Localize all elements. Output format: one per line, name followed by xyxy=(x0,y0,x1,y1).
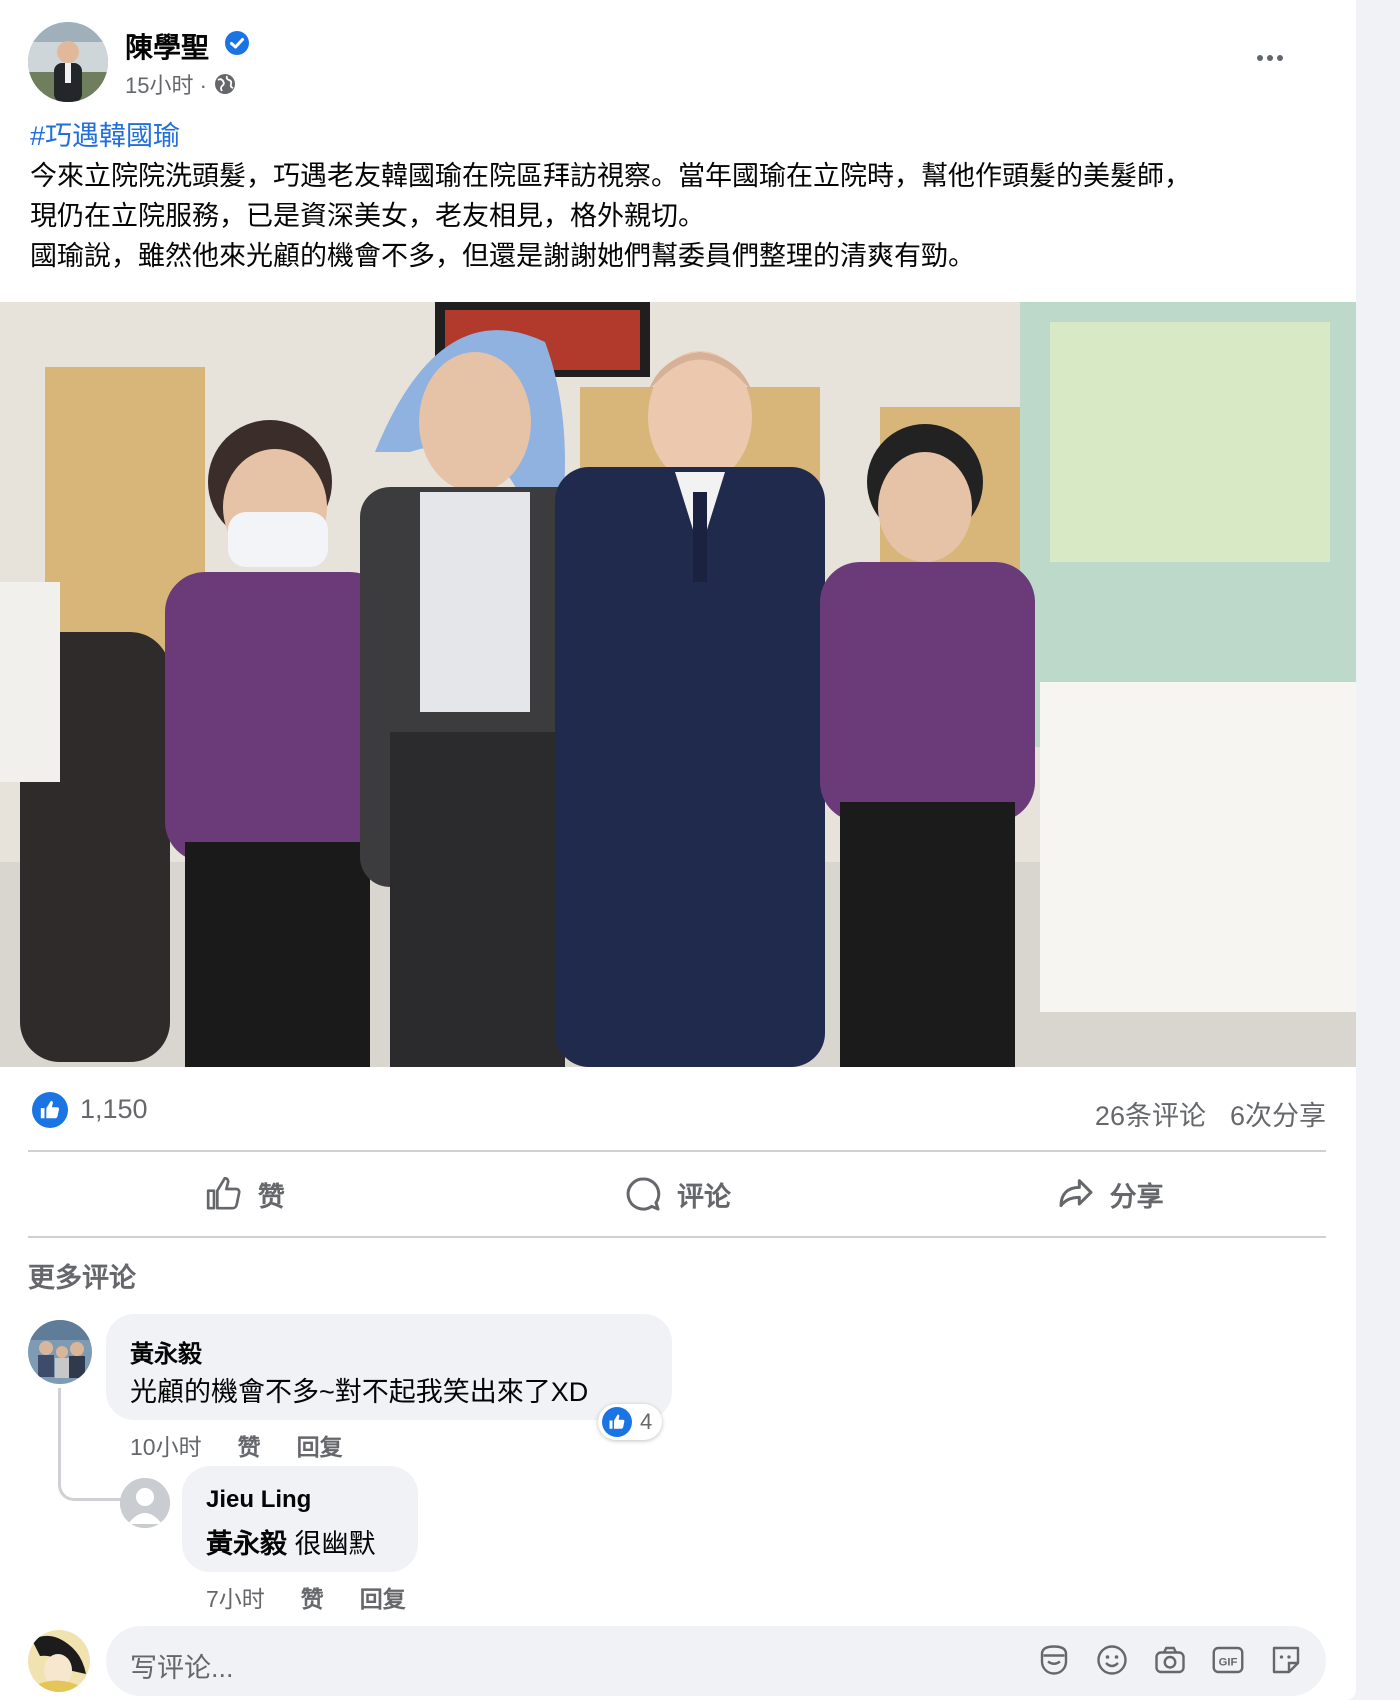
action-bar: 赞 评论 分享 xyxy=(28,1154,1326,1234)
commenter-name[interactable]: Jieu Ling xyxy=(206,1486,311,1514)
hashtag-link[interactable]: #巧遇韓國瑜 xyxy=(30,116,1330,156)
thread-line xyxy=(58,1388,121,1501)
divider xyxy=(28,1236,1326,1238)
comment-meta: 10小时 赞 回复 xyxy=(130,1428,343,1462)
avatar-sticker-icon[interactable] xyxy=(1036,1642,1072,1678)
comment-text-rest: 很幽默 xyxy=(287,1529,376,1559)
post-card: 陳學聖 15小时 · #巧遇韓國瑜 今來立院院洗頭髮，巧遇老友韓國瑜在院區拜訪視… xyxy=(0,0,1356,1700)
stats-right: 26条评论 6次分享 xyxy=(1095,1094,1326,1133)
post-meta: 15小时 · xyxy=(125,68,237,100)
emoji-icon[interactable] xyxy=(1094,1642,1130,1678)
like-count[interactable]: 1,150 xyxy=(80,1094,148,1125)
comment-button[interactable]: 评论 xyxy=(461,1154,894,1234)
more-comments-link[interactable]: 更多评论 xyxy=(28,1256,136,1295)
page-background xyxy=(1356,0,1400,1700)
camera-icon[interactable] xyxy=(1152,1642,1188,1678)
post-body: #巧遇韓國瑜 今來立院院洗頭髮，巧遇老友韓國瑜在院區拜訪視察。當年國瑜在立院時，… xyxy=(30,116,1330,276)
post-line: 國瑜說，雖然他來光顧的機會不多，但還是謝謝她們幫委員們整理的清爽有勁。 xyxy=(30,241,975,271)
comment-icon xyxy=(626,1177,661,1211)
share-icon xyxy=(1059,1179,1093,1208)
like-button[interactable]: 赞 xyxy=(28,1154,461,1234)
comment-meta: 7小时 赞 回复 xyxy=(206,1580,406,1614)
verified-badge-icon xyxy=(225,31,249,55)
comment-label: 评论 xyxy=(677,1181,731,1212)
more-options-icon[interactable] xyxy=(1252,40,1288,76)
share-label: 分享 xyxy=(1109,1181,1164,1212)
comment-reaction[interactable]: 4 xyxy=(598,1404,663,1440)
post-photo[interactable] xyxy=(0,302,1356,1067)
thumbs-up-icon xyxy=(206,1176,241,1210)
svg-text:GIF: GIF xyxy=(1219,1656,1238,1668)
commenter-avatar[interactable] xyxy=(120,1478,170,1528)
comment-composer[interactable]: 写评论... GIF xyxy=(106,1626,1326,1696)
comment-text: 黃永毅 很幽默 xyxy=(206,1522,376,1561)
composer-placeholder[interactable]: 写评论... xyxy=(130,1646,234,1685)
comment-reply-button[interactable]: 回复 xyxy=(297,1428,343,1462)
like-reaction-icon[interactable] xyxy=(32,1092,68,1128)
like-reaction-icon xyxy=(602,1407,632,1437)
globe-icon xyxy=(214,74,235,94)
author-avatar[interactable] xyxy=(28,22,108,102)
reaction-count: 4 xyxy=(640,1409,653,1434)
composer-tools: GIF xyxy=(1036,1642,1304,1678)
sticker-icon[interactable] xyxy=(1268,1642,1304,1678)
comment-count[interactable]: 26条评论 xyxy=(1095,1094,1206,1133)
post-line: 現仍在立院服務，已是資深美女，老友相見，格外親切。 xyxy=(30,201,705,231)
divider xyxy=(28,1150,1326,1152)
reaction-stats: 1,150 26条评论 6次分享 xyxy=(30,1086,1326,1134)
like-label: 赞 xyxy=(257,1181,285,1212)
comment-time[interactable]: 10小时 xyxy=(130,1428,202,1462)
comment-like-button[interactable]: 赞 xyxy=(301,1580,324,1614)
gif-icon[interactable]: GIF xyxy=(1210,1642,1246,1678)
mention-link[interactable]: 黃永毅 xyxy=(206,1529,287,1559)
comment-like-button[interactable]: 赞 xyxy=(238,1428,261,1462)
author-name[interactable]: 陳學聖 xyxy=(125,26,209,66)
comment-time[interactable]: 7小时 xyxy=(206,1580,265,1614)
commenter-name[interactable]: 黃永毅 xyxy=(130,1334,202,1369)
comment-text: 光顧的機會不多~對不起我笑出來了XD xyxy=(130,1377,589,1407)
share-count[interactable]: 6次分享 xyxy=(1230,1094,1326,1133)
share-button[interactable]: 分享 xyxy=(893,1154,1326,1234)
post-line: 今來立院院洗頭髮，巧遇老友韓國瑜在院區拜訪視察。當年國瑜在立院時，幫他作頭髮的美… xyxy=(30,161,1191,191)
post-time[interactable]: 15小时 · xyxy=(125,68,207,100)
current-user-avatar[interactable] xyxy=(28,1630,90,1692)
comment-reply-button[interactable]: 回复 xyxy=(360,1580,406,1614)
commenter-avatar[interactable] xyxy=(28,1320,92,1384)
